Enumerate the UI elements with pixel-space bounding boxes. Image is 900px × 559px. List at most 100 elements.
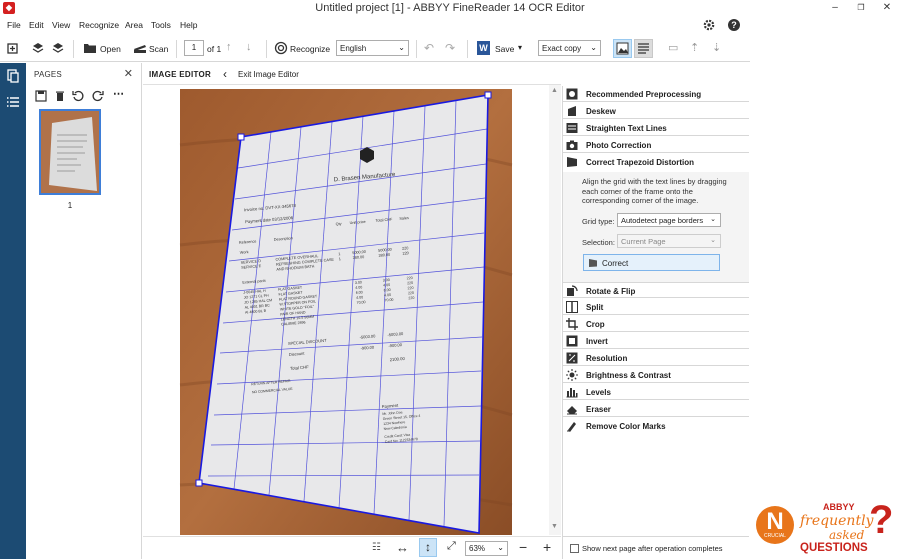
zoom-out-icon[interactable]: − — [519, 539, 527, 555]
new-task-icon[interactable] — [6, 41, 20, 55]
save-button[interactable]: Save — [495, 44, 514, 54]
delete-page-icon[interactable] — [54, 90, 66, 102]
correct-button[interactable]: Correct — [583, 254, 720, 271]
help-icon[interactable]: ? — [727, 18, 741, 32]
send-up-icon[interactable]: ⇡ — [690, 41, 699, 54]
language-select[interactable]: English ⌄ — [336, 40, 409, 56]
trapezoid-icon — [589, 259, 597, 267]
scroll-up-icon[interactable]: ▲ — [551, 87, 558, 94]
page-thumbnail[interactable] — [39, 109, 101, 195]
menu-file[interactable]: File — [7, 20, 21, 30]
close-icon[interactable]: ✕ — [124, 67, 133, 80]
show-next-page-checkbox[interactable] — [570, 544, 579, 553]
page-number-field[interactable]: 1 — [184, 40, 204, 56]
text-view-button[interactable] — [634, 39, 653, 58]
toolbar-divider — [467, 40, 468, 58]
tool-brightness-contrast[interactable]: Brightness & Contrast — [563, 367, 749, 383]
fit-width-icon[interactable]: ↔ — [396, 540, 409, 555]
pages-panel: PAGES ✕ ⋯ 1 — [26, 63, 142, 559]
svg-text:?: ? — [731, 20, 737, 30]
tool-label: Resolution — [586, 354, 628, 363]
minimize-button[interactable]: – — [822, 0, 848, 17]
fit-height-icon[interactable]: ↕ — [419, 538, 437, 557]
toolbar-divider — [416, 40, 417, 58]
page-properties-icon[interactable]: ▭ — [668, 41, 678, 54]
tool-resolution[interactable]: Resolution — [563, 350, 749, 366]
next-page-arrow-icon[interactable]: ↓ — [246, 41, 252, 53]
language-value: English — [340, 44, 367, 53]
vertical-scrollbar[interactable]: ▲ ▼ — [549, 85, 561, 535]
more-options-icon[interactable]: ⋯ — [113, 87, 124, 100]
menu-view[interactable]: View — [52, 20, 70, 30]
corner-handle-top-left[interactable] — [237, 133, 245, 141]
menu-recognize[interactable]: Recognize — [79, 20, 119, 30]
tool-straighten-text-lines[interactable]: Straighten Text Lines — [563, 120, 749, 136]
menu-edit[interactable]: Edit — [29, 20, 44, 30]
undo-icon[interactable]: ↶ — [424, 41, 434, 55]
prev-page-arrow-icon[interactable]: ↑ — [226, 41, 232, 53]
close-window-button[interactable]: ✕ — [874, 0, 900, 17]
recognize-icon[interactable] — [274, 41, 288, 55]
crop-icon — [566, 318, 578, 330]
open-button[interactable]: Open — [100, 44, 121, 54]
menu-help[interactable]: Help — [180, 20, 197, 30]
scanner-icon[interactable] — [133, 41, 147, 55]
word-doc-icon[interactable]: W — [477, 41, 490, 55]
tool-levels[interactable]: Levels — [563, 384, 749, 400]
thumbnail-view-icon[interactable]: ☷ — [372, 542, 381, 553]
pages-icon[interactable] — [6, 69, 20, 83]
document-image[interactable]: D. Brasen Manufacture Invoice no. DVT-XX… — [143, 85, 561, 535]
corner-handle-top-right[interactable] — [484, 91, 492, 99]
save-format-select[interactable]: Exact copy ⌄ — [538, 40, 601, 56]
image-icon — [616, 42, 629, 55]
menu-tools[interactable]: Tools — [151, 20, 171, 30]
grid-type-select[interactable]: Autodetect page borders ⌄ — [617, 213, 721, 227]
trapezoid-options: Align the grid with the text lines by dr… — [562, 172, 749, 282]
menu-bar: File Edit View Recognize Area Tools Help — [0, 17, 750, 33]
zoom-value: 63% — [469, 544, 486, 553]
tool-crop[interactable]: Crop — [563, 316, 749, 332]
recognize-button[interactable]: Recognize — [290, 44, 330, 54]
tool-deskew[interactable]: Deskew — [563, 103, 749, 119]
folder-open-icon[interactable] — [83, 41, 97, 55]
chevron-left-icon[interactable]: ‹ — [223, 67, 227, 81]
tool-label: Brightness & Contrast — [586, 371, 671, 380]
tool-split[interactable]: Split — [563, 299, 749, 315]
redo-icon[interactable]: ↷ — [445, 41, 455, 55]
scan-button[interactable]: Scan — [149, 44, 168, 54]
image-view-button[interactable] — [613, 39, 632, 58]
selection-select[interactable]: Current Page ⌄ — [617, 234, 721, 248]
save-dropdown-icon[interactable]: ▾ — [518, 43, 522, 52]
doc-s4: 220 — [408, 291, 414, 296]
tool-recommended-preprocessing[interactable]: Recommended Preprocessing — [563, 86, 749, 102]
thumbnail-preview — [41, 111, 99, 193]
zoom-bar: ☷ ↔ ↕ ⤢ 63% ⌄ − + — [143, 536, 561, 559]
scroll-down-icon[interactable]: ▼ — [551, 523, 558, 530]
save-page-icon[interactable] — [35, 90, 47, 102]
exit-image-editor-link[interactable]: Exit Image Editor — [238, 70, 299, 79]
tool-invert[interactable]: Invert — [563, 333, 749, 349]
rotate-left-icon[interactable] — [72, 90, 84, 102]
save-format-value: Exact copy — [542, 44, 582, 53]
image-canvas[interactable]: D. Brasen Manufacture Invoice no. DVT-XX… — [143, 85, 561, 535]
tool-photo-correction[interactable]: Photo Correction — [563, 137, 749, 153]
layers-add-icon[interactable] — [31, 41, 45, 55]
rotate-right-icon[interactable] — [92, 90, 104, 102]
zoom-select[interactable]: 63% ⌄ — [465, 541, 508, 556]
list-view-icon[interactable] — [6, 95, 20, 109]
fit-page-icon[interactable]: ⤢ — [447, 540, 456, 553]
zoom-in-icon[interactable]: + — [543, 539, 551, 555]
doc-s3: 220 — [407, 286, 413, 291]
chevron-down-icon: ⌄ — [497, 543, 504, 552]
tool-eraser[interactable]: Eraser — [563, 401, 749, 417]
tool-label: Correct Trapezoid Distortion — [586, 158, 695, 167]
tool-rotate-flip[interactable]: Rotate & Flip — [563, 282, 749, 298]
corner-handle-bottom-left[interactable] — [195, 479, 203, 487]
tool-correct-trapezoid-distortion[interactable]: Correct Trapezoid Distortion — [563, 154, 749, 170]
settings-gear-icon[interactable] — [702, 18, 716, 32]
send-down-icon[interactable]: ⇣ — [712, 41, 721, 54]
menu-area[interactable]: Area — [125, 20, 143, 30]
toolbar-divider — [266, 40, 267, 58]
restore-button[interactable]: ❐ — [848, 0, 874, 17]
layers-icon[interactable] — [51, 41, 65, 55]
